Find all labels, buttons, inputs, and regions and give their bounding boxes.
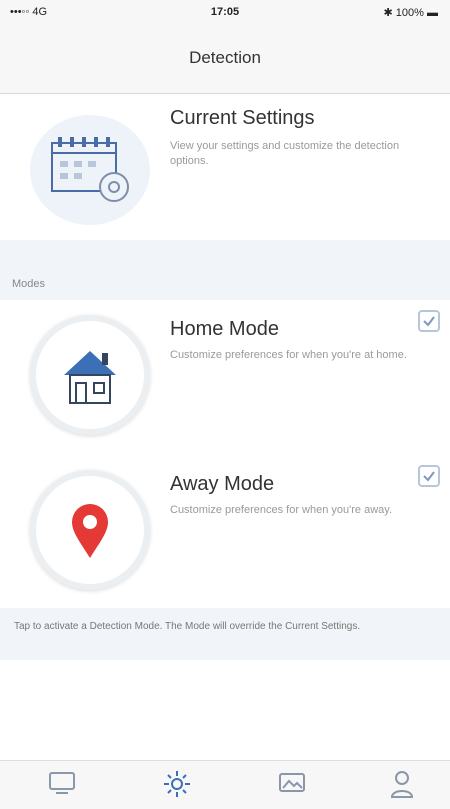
away-mode-row[interactable]: Away Mode Customize preferences for when…: [0, 455, 450, 605]
home-icon: [30, 315, 150, 435]
away-mode-title: Away Mode: [170, 473, 275, 495]
battery-indicator: ✱ 100% ▬: [383, 7, 438, 19]
clock: 17:05: [210, 6, 240, 18]
footer-note-text: Tap to activate a Detection Mode. The Mo…: [14, 621, 361, 632]
tab-detection[interactable]: [157, 769, 197, 803]
home-mode-checkbox[interactable]: [418, 310, 440, 332]
status-bar: •••◦◦ 4G 17:05 ✱ 100% ▬: [0, 0, 450, 26]
photos-icon: [279, 773, 305, 792]
section-band: [0, 240, 450, 300]
away-mode-checkbox[interactable]: [418, 465, 440, 487]
current-settings-description: View your settings and customize the det…: [170, 140, 400, 167]
current-settings-row[interactable]: Current Settings View your settings and …: [0, 95, 450, 240]
modes-section-label: Modes: [12, 278, 46, 290]
checkmark-icon: [423, 471, 435, 482]
footer-note: Tap to activate a Detection Mode. The Mo…: [0, 608, 450, 660]
current-settings-title: Current Settings: [170, 107, 315, 129]
navigation-bar: Detection: [0, 26, 450, 94]
tab-photos[interactable]: [272, 769, 312, 803]
detection-sun-icon: [164, 771, 190, 797]
profile-icon: [390, 771, 414, 798]
location-pin-icon: [30, 470, 150, 590]
home-mode-row[interactable]: Home Mode Customize preferences for when…: [0, 300, 450, 450]
home-mode-description: Customize preferences for when you're at…: [170, 349, 407, 361]
checkmark-icon: [423, 316, 435, 327]
calendar-settings-icon: [30, 115, 150, 225]
tab-profile[interactable]: [382, 769, 422, 803]
away-mode-description: Customize preferences for when you're aw…: [170, 504, 392, 516]
home-mode-title: Home Mode: [170, 318, 279, 340]
tab-bar: [0, 760, 450, 809]
page-title: Detection: [189, 48, 261, 67]
monitor-icon: [49, 772, 75, 794]
tab-monitor[interactable]: [42, 769, 82, 803]
